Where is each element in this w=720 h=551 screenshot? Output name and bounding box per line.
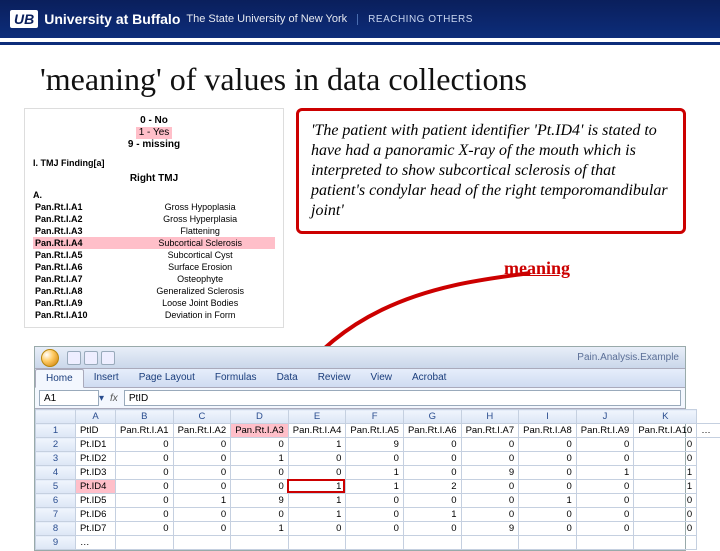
excel-titlebar: Pain.Analysis.Example bbox=[35, 347, 685, 369]
excel-window: Pain.Analysis.Example HomeInsertPage Lay… bbox=[34, 346, 686, 551]
quick-access-toolbar[interactable] bbox=[67, 351, 115, 365]
name-box[interactable]: A1 bbox=[39, 390, 99, 406]
tab-data[interactable]: Data bbox=[267, 369, 308, 387]
namebox-dropdown-icon[interactable]: ▾ bbox=[99, 393, 104, 404]
spreadsheet-grid[interactable]: ABCDEFGHIJK1PtIDPan.Rt.I.A1Pan.Rt.I.A2Pa… bbox=[35, 409, 685, 550]
tab-insert[interactable]: Insert bbox=[84, 369, 129, 387]
ub-mark: UB bbox=[10, 10, 38, 28]
ribbon-tabs[interactable]: HomeInsertPage LayoutFormulasDataReviewV… bbox=[35, 369, 685, 388]
reaching-others: REACHING OTHERS bbox=[357, 14, 473, 25]
tab-review[interactable]: Review bbox=[308, 369, 361, 387]
university-name: University at Buffalo bbox=[44, 11, 180, 27]
tab-acrobat[interactable]: Acrobat bbox=[402, 369, 456, 387]
legend: 0 - No 1 - Yes 9 - missing bbox=[33, 115, 275, 151]
fx-icon[interactable]: fx bbox=[110, 393, 118, 404]
suny-text: The State University of New York bbox=[186, 13, 347, 25]
slide-title: 'meaning' of values in data collections bbox=[0, 45, 720, 108]
tab-home[interactable]: Home bbox=[35, 369, 84, 388]
workbook-title: Pain.Analysis.Example bbox=[577, 352, 679, 363]
meaning-callout: 'The patient with patient identifier 'Pt… bbox=[296, 108, 686, 234]
tab-page-layout[interactable]: Page Layout bbox=[129, 369, 205, 387]
codebook-panel: 0 - No 1 - Yes 9 - missing I. TMJ Findin… bbox=[24, 108, 284, 328]
tab-view[interactable]: View bbox=[360, 369, 402, 387]
meaning-label: meaning bbox=[504, 258, 570, 279]
office-button-icon[interactable] bbox=[41, 349, 59, 367]
ub-header: UB University at Buffalo The State Unive… bbox=[0, 0, 720, 38]
tab-formulas[interactable]: Formulas bbox=[205, 369, 267, 387]
ub-logo: UB University at Buffalo The State Unive… bbox=[10, 10, 347, 28]
formula-bar[interactable]: PtID bbox=[124, 390, 681, 406]
